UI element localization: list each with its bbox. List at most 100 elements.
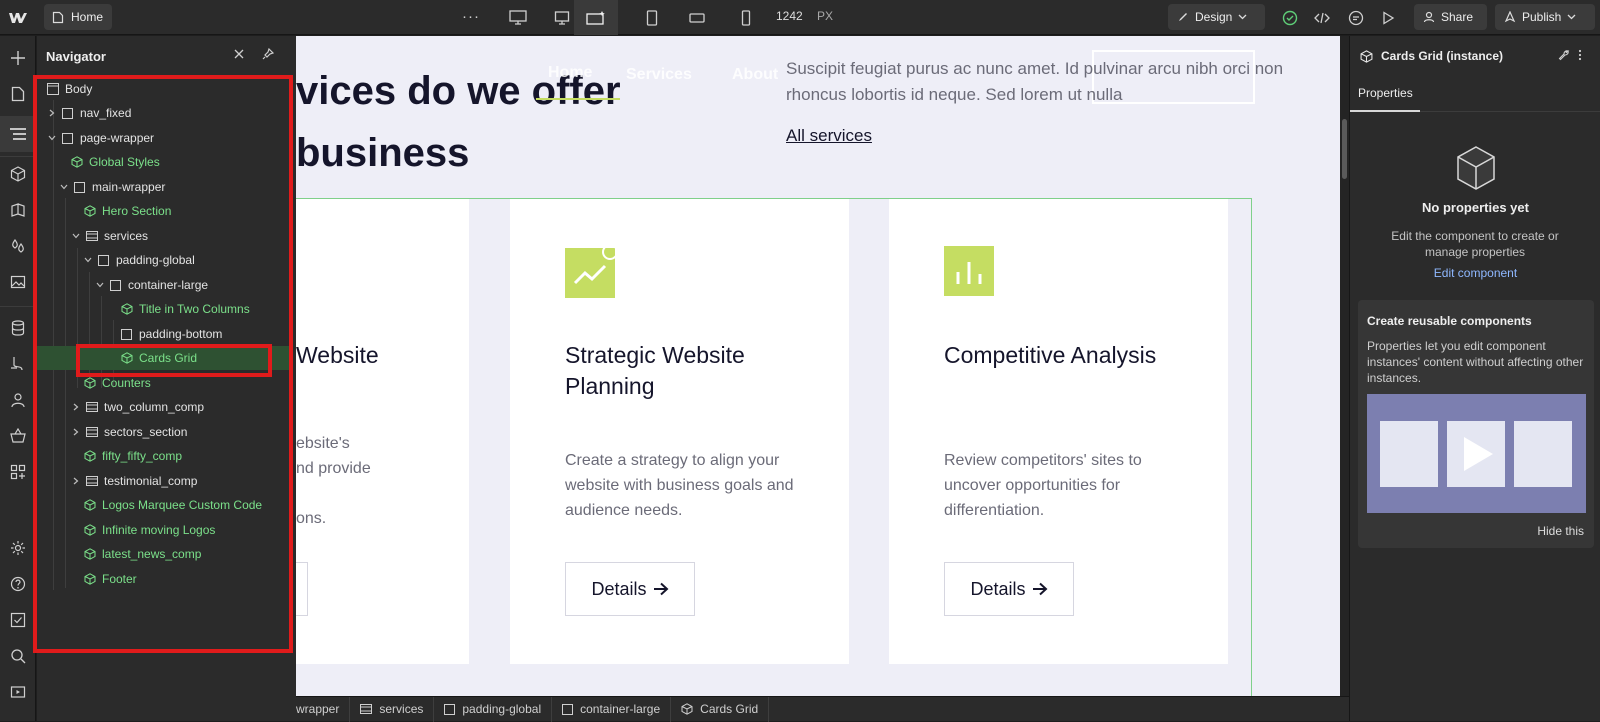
home-page-button[interactable]: Home: [44, 4, 113, 30]
chevron-down-icon[interactable]: [58, 181, 70, 193]
components-icon[interactable]: [6, 162, 30, 186]
share-button[interactable]: Share: [1414, 4, 1487, 30]
help-icon[interactable]: [6, 572, 30, 596]
breadcrumb-item-container-large[interactable]: container-large: [552, 696, 672, 722]
style-selectors-icon[interactable]: [6, 198, 30, 222]
chevron-down-icon[interactable]: [70, 230, 82, 242]
wrench-icon[interactable]: [1558, 49, 1570, 61]
tree-item-testimonial-comp[interactable]: testimonial_comp: [70, 469, 292, 493]
tree-item-counters[interactable]: Counters: [83, 371, 292, 395]
variables-icon[interactable]: [6, 234, 30, 258]
tree-item-page-wrapper[interactable]: page-wrapper: [46, 126, 292, 150]
div-block-icon: [61, 107, 74, 120]
section-icon: [360, 703, 373, 715]
chevron-right-icon[interactable]: [46, 107, 58, 119]
tree-item-hero-section[interactable]: Hero Section: [83, 199, 292, 223]
chevron-right-icon[interactable]: [70, 475, 82, 487]
ghost-nav-about: About: [732, 66, 779, 83]
breakpoint-mobile-portrait-button[interactable]: [724, 0, 768, 35]
video-tutorials-icon[interactable]: [6, 680, 30, 704]
ecommerce-basket-icon[interactable]: [6, 424, 30, 448]
tab-properties[interactable]: Properties: [1358, 86, 1413, 100]
comments-icon[interactable]: [1346, 8, 1366, 28]
navigator-title: Navigator: [46, 49, 106, 64]
tutorial-video-thumbnail[interactable]: [1367, 394, 1586, 513]
tree-item-padding-global[interactable]: padding-global: [82, 248, 292, 272]
tree-item-two-column-comp[interactable]: two_column_comp: [70, 395, 292, 419]
page-icon: [52, 11, 64, 24]
div-block-icon: [109, 279, 122, 292]
tree-item-main-wrapper[interactable]: main-wrapper: [58, 175, 292, 199]
users-icon[interactable]: [6, 388, 30, 412]
properties-panel: Cards Grid (instance) Properties No prop…: [1349, 36, 1600, 721]
code-export-icon[interactable]: [1312, 8, 1332, 28]
logic-flow-icon[interactable]: [6, 352, 30, 376]
tree-item-padding-bottom[interactable]: padding-bottom: [120, 322, 292, 346]
tree-item-global-styles[interactable]: Global Styles: [70, 150, 292, 174]
tree-item-infinite-moving-logos[interactable]: Infinite moving Logos: [83, 518, 292, 542]
checklist-icon[interactable]: [6, 608, 30, 632]
tablet-icon: [646, 9, 658, 26]
all-services-link[interactable]: All services: [786, 126, 872, 146]
pages-icon[interactable]: [6, 82, 30, 106]
tree-item-logos-marquee[interactable]: Logos Marquee Custom Code: [83, 493, 292, 517]
edit-component-link[interactable]: Edit component: [1350, 266, 1600, 280]
publish-label: Publish: [1522, 10, 1562, 24]
chevron-down-icon: [1567, 14, 1576, 20]
chevron-down-icon: [1238, 14, 1247, 20]
cards-grid-selection-outline: [296, 198, 1252, 696]
tree-item-latest-news-comp[interactable]: latest_news_comp: [83, 542, 292, 566]
tree-item-fifty-fifty-comp[interactable]: fifty_fifty_comp: [83, 444, 292, 468]
canvas-width-value[interactable]: 1242: [776, 9, 803, 23]
chevron-right-icon[interactable]: [70, 426, 82, 438]
section-icon: [85, 401, 98, 414]
design-mode-dropdown[interactable]: Design: [1168, 4, 1265, 30]
assets-icon[interactable]: [6, 270, 30, 294]
preview-play-icon[interactable]: [1378, 8, 1398, 28]
tree-item-nav-fixed[interactable]: nav_fixed: [46, 101, 292, 125]
tree-item-container-large[interactable]: container-large: [94, 273, 292, 297]
breadcrumb-item-cards-grid[interactable]: Cards Grid: [671, 696, 770, 722]
component-icon: [83, 450, 96, 463]
chevron-down-icon[interactable]: [46, 132, 58, 144]
play-icon[interactable]: [1460, 434, 1496, 474]
breakpoint-base-button[interactable]: [574, 0, 618, 35]
scrollbar-thumb[interactable]: [1342, 119, 1347, 179]
design-canvas[interactable]: vices do we offer business Home Services…: [296, 36, 1340, 696]
more-vertical-icon[interactable]: [1578, 49, 1582, 61]
pin-icon[interactable]: [262, 48, 274, 60]
hide-promo-button[interactable]: Hide this: [1537, 524, 1584, 538]
breakpoint-mobile-landscape-button[interactable]: [675, 0, 719, 35]
breakpoint-large-desktop-button[interactable]: [496, 0, 540, 35]
more-options-button[interactable]: ···: [462, 8, 480, 25]
tree-item-services[interactable]: services: [70, 224, 292, 248]
tree-item-sectors-section[interactable]: sectors_section: [70, 420, 292, 444]
audit-check-icon[interactable]: [1280, 8, 1300, 28]
component-icon: [83, 499, 96, 512]
breadcrumb-item-wrapper[interactable]: wrapper: [296, 696, 351, 722]
chevron-right-icon[interactable]: [70, 401, 82, 413]
chevron-down-icon[interactable]: [94, 279, 106, 291]
breakpoint-tablet-button[interactable]: [630, 0, 674, 35]
user-icon: [1423, 11, 1435, 23]
navigator-icon[interactable]: [0, 116, 36, 152]
apps-icon[interactable]: [6, 460, 30, 484]
publish-button[interactable]: Publish: [1495, 4, 1595, 30]
brush-icon: [1177, 11, 1189, 23]
tree-item-cards-grid[interactable]: Cards Grid: [37, 346, 292, 370]
breadcrumb-item-padding-global[interactable]: padding-global: [434, 696, 553, 722]
share-label: Share: [1441, 10, 1474, 24]
canvas-scrollbar[interactable]: [1340, 36, 1349, 696]
canvas-width-unit: PX: [817, 9, 834, 23]
chevron-down-icon[interactable]: [82, 254, 94, 266]
tree-item-body[interactable]: Body: [46, 77, 292, 101]
tree-item-title-in-two-columns[interactable]: Title in Two Columns: [120, 297, 292, 321]
tree-item-footer[interactable]: Footer: [83, 567, 292, 591]
add-elements-icon[interactable]: [6, 46, 30, 70]
close-icon[interactable]: [234, 49, 244, 59]
webflow-logo-icon[interactable]: [8, 8, 28, 28]
breadcrumb-item-services[interactable]: services: [350, 696, 435, 722]
search-icon[interactable]: [6, 644, 30, 668]
settings-gear-icon[interactable]: [6, 536, 30, 560]
cms-database-icon[interactable]: [6, 316, 30, 340]
